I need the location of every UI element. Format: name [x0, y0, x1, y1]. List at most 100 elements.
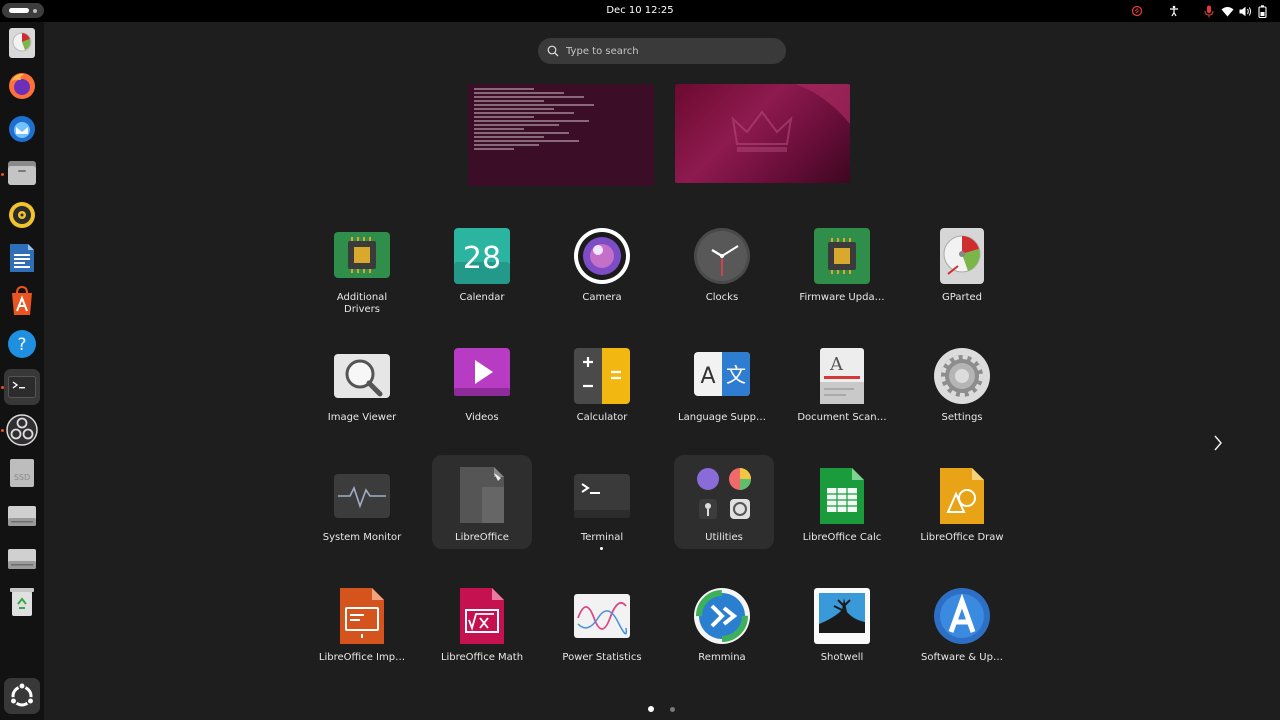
app-calendar[interactable]: 28 Calendar: [432, 218, 532, 314]
wallpaper-crown-icon: [731, 84, 850, 152]
workspace-thumbnail-desktop[interactable]: [675, 84, 850, 183]
app-system-monitor[interactable]: System Monitor: [312, 458, 412, 554]
app-calculator[interactable]: Calculator: [552, 338, 652, 434]
svg-text:A: A: [700, 364, 715, 389]
app-label: Settings: [941, 412, 983, 423]
app-folder-utilities[interactable]: Utilities: [674, 455, 774, 549]
dock-item-terminal[interactable]: [4, 369, 40, 405]
search-input[interactable]: [566, 38, 776, 64]
gparted-icon: [940, 228, 984, 284]
math-icon: [460, 588, 504, 644]
dock-item-ssd[interactable]: SSD: [4, 455, 40, 491]
terminal-icon: [574, 474, 630, 518]
system-monitor-icon: [334, 474, 390, 518]
app-libreoffice-draw[interactable]: LibreOffice Draw: [912, 458, 1012, 554]
search-box[interactable]: [538, 38, 786, 64]
image-viewer-icon: [334, 354, 390, 398]
page-indicator-2[interactable]: [670, 706, 675, 712]
volume-icon[interactable]: [1236, 3, 1254, 19]
dock-item-app-center[interactable]: [4, 283, 40, 319]
dock-item-drive-2[interactable]: [4, 541, 40, 577]
app-image-viewer[interactable]: Image Viewer: [312, 338, 412, 434]
app-terminal[interactable]: Terminal: [552, 458, 652, 554]
app-label: Language Supp…: [678, 412, 766, 423]
microphone-icon[interactable]: [1200, 3, 1218, 19]
app-settings[interactable]: Settings: [912, 338, 1012, 434]
app-label: Additional Drivers: [336, 292, 388, 315]
svg-text:文: 文: [726, 363, 746, 387]
dock-item-help[interactable]: ?: [4, 326, 40, 362]
calendar-icon: 28: [454, 228, 510, 284]
accessibility-icon[interactable]: [1162, 3, 1186, 19]
app-label: System Monitor: [322, 532, 402, 543]
app-label: Firmware Upda…: [799, 292, 885, 303]
app-firmware-updater[interactable]: Firmware Upda…: [792, 218, 892, 314]
app-language-support[interactable]: A文 Language Supp…: [672, 338, 772, 434]
dock-item-rhythmbox[interactable]: [4, 197, 40, 233]
settings-gear-icon: [934, 348, 990, 404]
dock-item-gparted[interactable]: [4, 25, 40, 61]
app-libreoffice-impress[interactable]: LibreOffice Imp…: [312, 578, 412, 674]
dock-item-trash[interactable]: [4, 584, 40, 620]
page-indicator-1[interactable]: [648, 706, 654, 712]
camera-icon: [574, 228, 630, 284]
app-label: LibreOffice Imp…: [318, 652, 406, 663]
drive-icon: [8, 549, 36, 569]
dock-item-thunderbird[interactable]: [4, 111, 40, 147]
dock-item-files[interactable]: [4, 154, 40, 190]
app-label: Document Scan…: [797, 412, 887, 423]
battery-icon[interactable]: [1254, 3, 1270, 19]
calculator-icon: [574, 348, 630, 404]
remmina-icon: [694, 588, 750, 644]
app-label: Remmina: [698, 652, 746, 663]
obs-icon: [6, 414, 38, 446]
chip-icon: [814, 228, 870, 284]
date-time[interactable]: Dec 10 12:25: [0, 0, 1280, 22]
app-label: LibreOffice Math: [440, 652, 524, 663]
top-bar: Dec 10 12:25: [0, 0, 1280, 22]
system-tray[interactable]: [1126, 3, 1270, 19]
chevron-right-icon[interactable]: [1212, 434, 1224, 452]
svg-text:28: 28: [463, 241, 501, 276]
app-clocks[interactable]: Clocks: [672, 218, 772, 314]
app-label: Camera: [582, 292, 622, 303]
app-label: GParted: [942, 292, 982, 303]
workspace-thumbnail-terminal[interactable]: [468, 84, 654, 186]
files-icon: [8, 161, 36, 185]
app-power-statistics[interactable]: Power Statistics: [552, 578, 652, 674]
scanner-icon: A: [820, 348, 864, 404]
clock-icon: [694, 228, 750, 284]
app-shotwell[interactable]: Shotwell: [792, 578, 892, 674]
svg-text:A: A: [829, 354, 844, 375]
ubuntu-logo-icon: [9, 682, 35, 707]
dock-item-firefox[interactable]: [4, 68, 40, 104]
app-remmina[interactable]: Remmina: [672, 578, 772, 674]
firefox-icon: [9, 73, 35, 99]
app-gparted[interactable]: GParted: [912, 218, 1012, 314]
app-label: Videos: [465, 412, 499, 423]
app-libreoffice-calc[interactable]: LibreOffice Calc: [792, 458, 892, 554]
chip-icon: [334, 232, 390, 278]
dock-item-obs[interactable]: [4, 412, 40, 448]
app-videos[interactable]: Videos: [432, 338, 532, 434]
app-software-updater[interactable]: Software & Up…: [912, 578, 1012, 674]
dock-item-drive-1[interactable]: [4, 498, 40, 534]
software-updates-icon: [934, 588, 990, 644]
app-label: Calculator: [576, 412, 628, 423]
app-label: LibreOffice: [455, 532, 509, 543]
screen-recording-icon[interactable]: [1126, 3, 1148, 19]
impress-icon: [340, 588, 384, 644]
app-camera[interactable]: Camera: [552, 218, 652, 314]
terminal-icon: [8, 376, 36, 398]
ssd-drive-icon: SSD: [10, 459, 34, 487]
app-additional-drivers[interactable]: Additional Drivers: [312, 218, 412, 315]
app-document-scanner[interactable]: A Document Scan…: [792, 338, 892, 434]
app-label: Shotwell: [820, 652, 864, 663]
show-apps-button[interactable]: [4, 678, 40, 714]
app-libreoffice[interactable]: LibreOffice: [432, 455, 532, 549]
app-libreoffice-math[interactable]: LibreOffice Math: [432, 578, 532, 674]
app-label: Power Statistics: [562, 652, 642, 663]
network-wifi-icon[interactable]: [1218, 3, 1236, 19]
dock-item-libreoffice-writer[interactable]: [4, 240, 40, 276]
svg-text:SSD: SSD: [14, 473, 30, 482]
